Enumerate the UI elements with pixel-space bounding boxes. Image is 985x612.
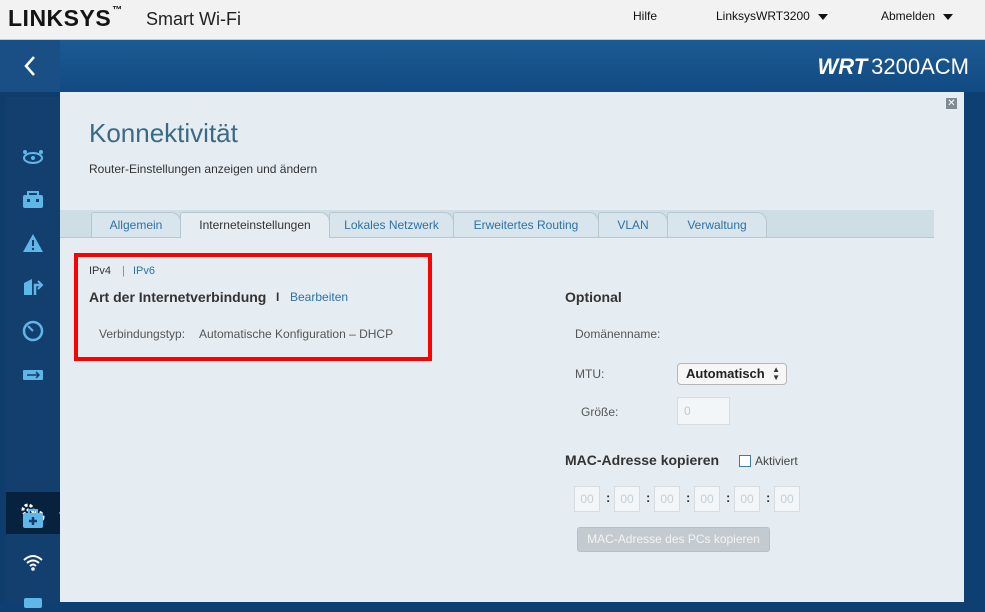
network-map-icon: [23, 150, 43, 164]
parental-controls-icon: [24, 279, 44, 295]
mac-clone-checkbox[interactable]: [739, 455, 751, 467]
help-link[interactable]: Hilfe: [633, 9, 657, 23]
product-name: Smart Wi-Fi: [146, 9, 241, 29]
top-bar: LINKSYS™ Smart Wi-Fi Hilfe LinksysWRT320…: [0, 0, 985, 40]
guest-warning-icon: [23, 234, 43, 252]
tab-vlan[interactable]: VLAN: [598, 212, 668, 237]
close-icon[interactable]: ✕: [946, 98, 957, 109]
model-name: WRT 3200ACM: [817, 54, 969, 79]
speedometer-icon: [22, 320, 44, 342]
optional-heading: Optional: [565, 289, 622, 305]
mac-clone-enabled-label: Aktiviert: [755, 454, 798, 468]
sidebar-item-guest-access[interactable]: [21, 232, 45, 254]
sidebar-item-wireless[interactable]: [21, 552, 45, 574]
highlight-box: [74, 253, 432, 361]
tab-internet-settings[interactable]: Interneteinstellungen: [180, 212, 330, 239]
mtu-size-label: Größe:: [581, 405, 619, 419]
wifi-icon: [23, 555, 43, 571]
back-button[interactable]: [0, 40, 60, 92]
mac-octet-input[interactable]: 00: [574, 486, 600, 512]
sidebar: [0, 40, 66, 608]
mac-octet-input[interactable]: 00: [654, 486, 680, 512]
linksys-logo: LINKSYS™: [8, 5, 123, 31]
tab-local-network[interactable]: Lokales Netzwerk: [329, 212, 454, 237]
page-subtitle: Router-Einstellungen anzeigen und ändern: [89, 162, 318, 176]
tab-administration[interactable]: Verwaltung: [667, 212, 767, 237]
domain-name-label: Domänenname:: [575, 327, 661, 341]
devices-icon: [23, 191, 43, 208]
chevron-down-icon: [943, 13, 954, 20]
copy-pc-mac-button[interactable]: MAC-Adresse des PCs kopieren: [577, 527, 770, 552]
sidebar-item-security[interactable]: [21, 590, 45, 612]
security-icon: [24, 598, 42, 608]
tab-general[interactable]: Allgemein: [91, 212, 181, 237]
sidebar-item-usb-storage[interactable]: [21, 364, 45, 386]
mac-octet-input[interactable]: 00: [774, 486, 800, 512]
mac-separator: :: [686, 490, 691, 505]
logout-label: Abmelden: [881, 9, 936, 23]
chevron-left-icon: [24, 56, 35, 76]
mac-separator: :: [646, 490, 651, 505]
mac-clone-heading: MAC-Adresse kopieren: [565, 452, 720, 468]
sidebar-item-speed-test[interactable]: [21, 320, 45, 342]
router-menu[interactable]: LinksysWRT3200: [716, 9, 828, 23]
first-aid-icon: [23, 509, 43, 528]
select-arrows-icon: ▲ ▼: [772, 365, 780, 382]
sidebar-item-devices[interactable]: [21, 189, 45, 211]
usb-icon: [23, 370, 43, 380]
mac-separator: :: [766, 490, 771, 505]
logout-menu[interactable]: Abmelden: [881, 9, 954, 23]
sidebar-item-network-map[interactable]: [21, 146, 45, 168]
mtu-select-value: Automatisch: [686, 366, 765, 381]
mac-octet-input[interactable]: 00: [694, 486, 720, 512]
mtu-label: MTU:: [575, 367, 605, 381]
sidebar-item-troubleshooting[interactable]: [21, 508, 45, 530]
mac-octet-input[interactable]: 00: [734, 486, 760, 512]
mac-separator: :: [726, 490, 731, 505]
tab-advanced-routing[interactable]: Erweitertes Routing: [453, 212, 599, 237]
mac-octet-input[interactable]: 00: [614, 486, 640, 512]
mtu-select[interactable]: Automatisch ▲ ▼: [677, 363, 787, 385]
mtu-size-input[interactable]: 0: [677, 397, 730, 425]
mac-separator: :: [606, 490, 611, 505]
sidebar-item-parental-controls[interactable]: [21, 276, 45, 298]
page-title: Konnektivität: [89, 118, 238, 148]
chevron-down-icon: [817, 13, 828, 20]
router-name: LinksysWRT3200: [716, 9, 810, 23]
